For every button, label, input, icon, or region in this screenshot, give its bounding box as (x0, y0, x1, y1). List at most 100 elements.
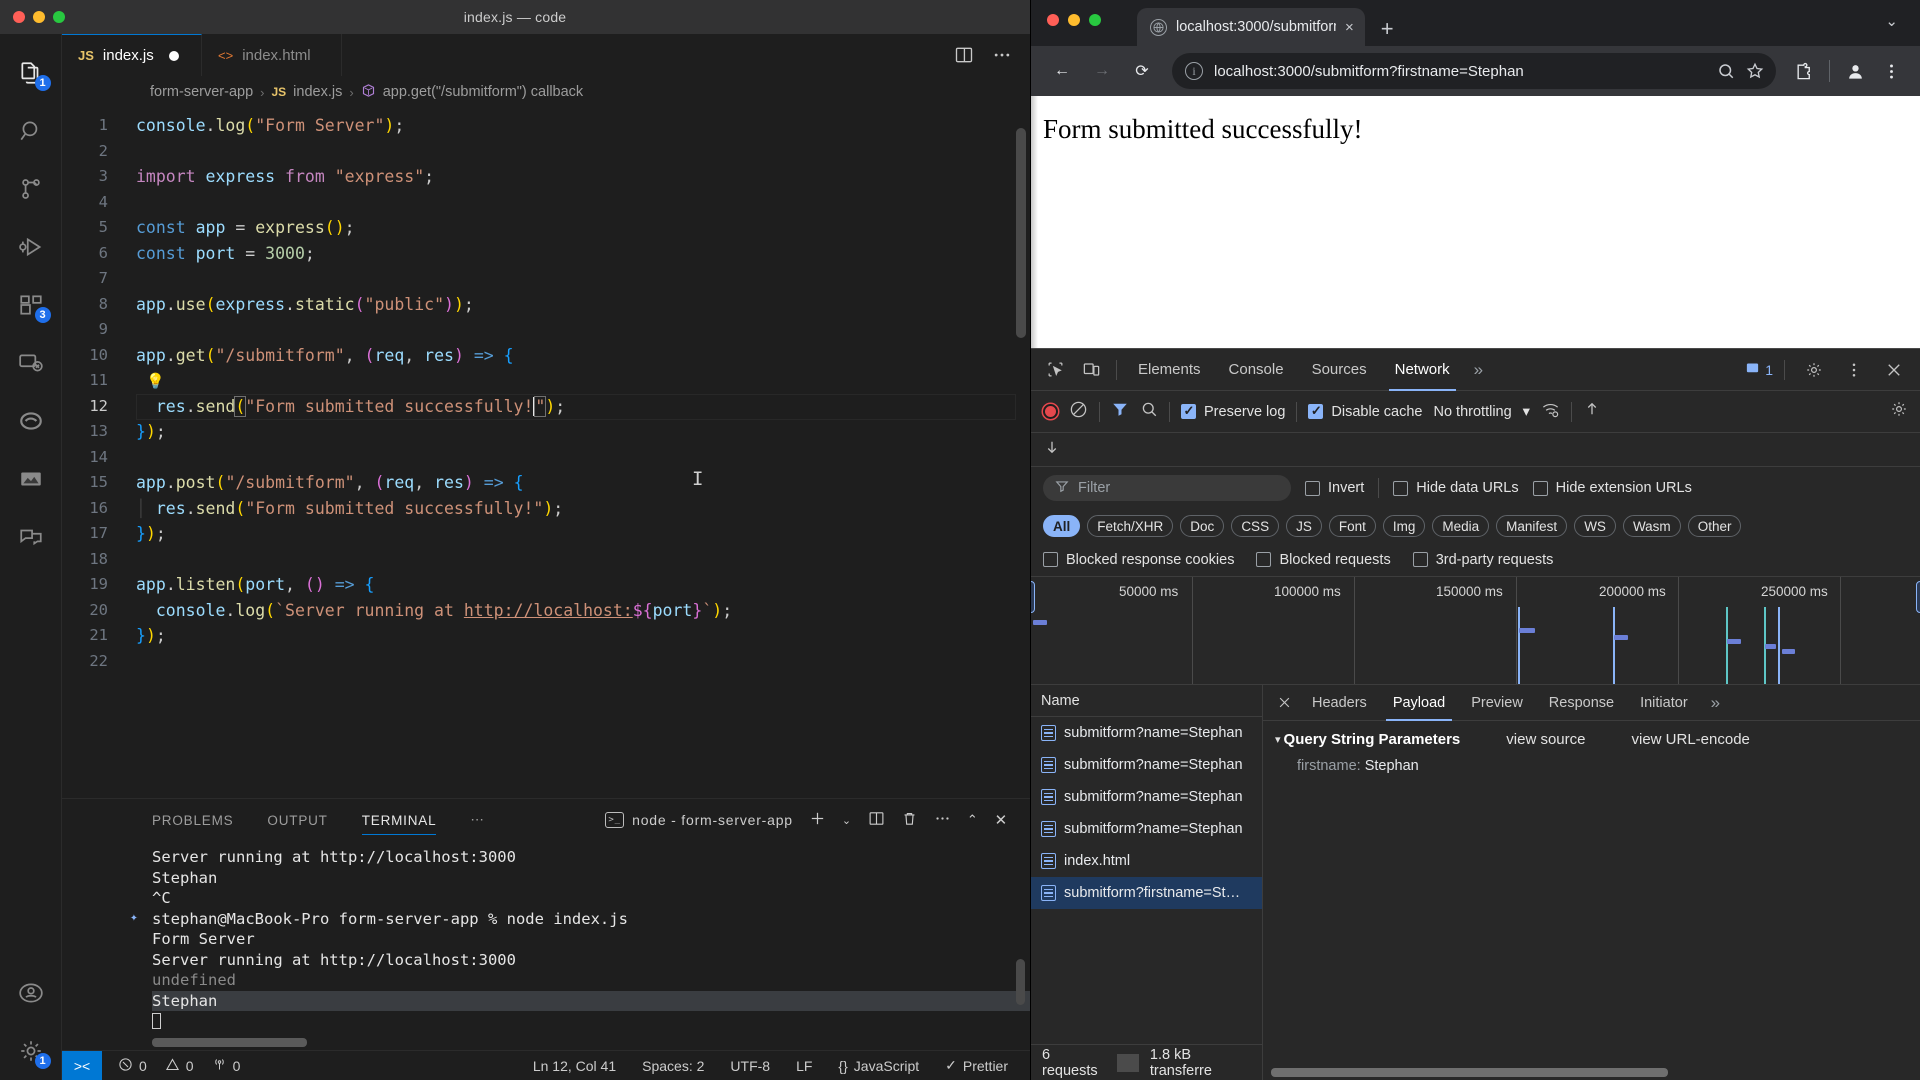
chip-img[interactable]: Img (1382, 515, 1426, 537)
request-row[interactable]: submitform?name=Stephan (1031, 813, 1262, 845)
activity-extensions-icon[interactable]: 3 (0, 276, 62, 334)
chip-js[interactable]: JS (1286, 515, 1322, 537)
address-bar[interactable]: i localhost:3000/submitform?firstname=St… (1172, 53, 1776, 89)
throttling-chevron-down-icon[interactable]: ▾ (1523, 404, 1530, 420)
device-toolbar-icon[interactable] (1073, 349, 1109, 391)
payload-horizontal-scrollbar[interactable] (1271, 1068, 1912, 1077)
profile-avatar-icon[interactable] (1840, 56, 1870, 86)
filter-funnel-icon[interactable] (1111, 400, 1129, 423)
terminal-profile-chevron-down-icon[interactable]: ⌄ (842, 814, 852, 827)
status-language-mode[interactable]: {} JavaScript (838, 1058, 919, 1074)
editor-tab-index-js[interactable]: JS index.js (62, 34, 202, 76)
hide-extension-urls-checkbox[interactable]: Hide extension URLs (1532, 480, 1692, 496)
status-ports[interactable]: 0 (212, 1057, 240, 1075)
status-eol[interactable]: LF (796, 1058, 812, 1074)
kill-terminal-icon[interactable] (901, 810, 918, 830)
page-viewport[interactable]: Form submitted successfully! (1031, 96, 1920, 348)
terminal-instance-name[interactable]: >_ node - form-server-app (605, 812, 793, 828)
editor-tab-index-html[interactable]: <> index.html (202, 34, 342, 76)
activity-settings-gear-icon[interactable]: 1 (0, 1022, 62, 1080)
tab-search-chevron-down-icon[interactable]: ⌄ (1885, 12, 1898, 30)
chip-fetch-xhr[interactable]: Fetch/XHR (1087, 515, 1174, 537)
breadcrumb-symbol[interactable]: app.get("/submitform") callback (383, 84, 583, 100)
status-formatter[interactable]: ✓ Prettier (945, 1057, 1008, 1074)
request-list-header[interactable]: Name (1031, 685, 1262, 717)
reload-button[interactable]: ⟳ (1125, 54, 1159, 88)
detail-tab-preview[interactable]: Preview (1458, 685, 1536, 721)
clear-network-log-icon[interactable] (1069, 400, 1088, 424)
terminal-horizontal-scrollbar[interactable] (152, 1038, 307, 1047)
status-indentation[interactable]: Spaces: 2 (642, 1058, 704, 1074)
split-terminal-icon[interactable] (868, 810, 885, 830)
devtools-tab-network[interactable]: Network (1381, 349, 1464, 391)
blocked-response-cookies-checkbox[interactable]: Blocked response cookies (1043, 552, 1234, 568)
close-panel-icon[interactable]: ✕ (995, 811, 1008, 829)
activity-source-control-icon[interactable] (0, 160, 62, 218)
chip-wasm[interactable]: Wasm (1622, 515, 1681, 537)
back-button[interactable]: ← (1045, 54, 1079, 88)
activity-explorer-icon[interactable]: 1 (0, 44, 62, 102)
blocked-requests-checkbox[interactable]: Blocked requests (1256, 552, 1391, 568)
activity-remote-explorer-icon[interactable] (0, 334, 62, 392)
search-icon[interactable] (1140, 400, 1158, 423)
chrome-menu-icon[interactable] (1876, 56, 1906, 86)
chip-css[interactable]: CSS (1231, 515, 1280, 537)
split-editor-icon[interactable] (954, 45, 974, 65)
view-url-encoded-link[interactable]: view URL-encode (1631, 731, 1749, 748)
unsaved-indicator-dot[interactable] (168, 50, 179, 61)
chip-manifest[interactable]: Manifest (1496, 515, 1568, 537)
hide-data-urls-checkbox[interactable]: Hide data URLs (1393, 480, 1519, 496)
panel-tab-problems[interactable]: PROBLEMS (152, 799, 233, 841)
chip-font[interactable]: Font (1328, 515, 1376, 537)
window-traffic-lights[interactable] (0, 11, 65, 23)
close-detail-icon[interactable] (1269, 685, 1299, 721)
detail-tab-payload[interactable]: Payload (1380, 685, 1458, 721)
panel-more-actions-icon[interactable] (934, 810, 951, 830)
chrome-close-button[interactable] (1047, 14, 1059, 26)
expand-triangle-icon[interactable]: ▾ (1275, 733, 1281, 746)
network-settings-gear-icon[interactable] (1890, 400, 1908, 423)
devtools-more-tabs-icon[interactable]: » (1464, 360, 1493, 380)
devtools-menu-icon[interactable] (1836, 349, 1872, 391)
export-har-icon[interactable] (1583, 400, 1601, 423)
devtools-tab-console[interactable]: Console (1215, 349, 1298, 391)
status-warnings[interactable]: 0 (165, 1057, 194, 1075)
bookmark-star-icon[interactable] (1746, 62, 1764, 80)
editor-vertical-scrollbar[interactable] (1016, 128, 1026, 338)
chip-media[interactable]: Media (1432, 515, 1490, 537)
remote-window-icon[interactable]: >< (62, 1050, 102, 1080)
preserve-log-checkbox[interactable]: Preserve log (1181, 403, 1285, 420)
terminal-output[interactable]: Server running at http://localhost:3000 … (62, 841, 1030, 1050)
query-string-parameters-header[interactable]: ▾ Query String Parameters view source vi… (1263, 721, 1920, 748)
status-errors[interactable]: 0 (118, 1057, 147, 1075)
inspect-element-icon[interactable] (1037, 349, 1073, 391)
devtools-tab-elements[interactable]: Elements (1124, 349, 1215, 391)
request-row[interactable]: submitform?name=Stephan (1031, 717, 1262, 749)
activity-copilot-icon[interactable] (0, 392, 62, 450)
devtools-close-icon[interactable] (1876, 349, 1912, 391)
devtools-tab-sources[interactable]: Sources (1298, 349, 1381, 391)
activity-run-debug-icon[interactable] (0, 218, 62, 276)
activity-search-icon[interactable] (0, 102, 62, 160)
detail-tab-response[interactable]: Response (1536, 685, 1627, 721)
chip-doc[interactable]: Doc (1180, 515, 1225, 537)
detail-tab-headers[interactable]: Headers (1299, 685, 1380, 721)
editor-more-actions-icon[interactable] (992, 45, 1012, 65)
maximize-window-button[interactable] (53, 11, 65, 23)
third-party-requests-checkbox[interactable]: 3rd-party requests (1412, 552, 1553, 568)
chip-other[interactable]: Other (1687, 515, 1742, 537)
devtools-message-count[interactable]: 1 (1745, 361, 1773, 379)
info-circle-icon[interactable]: i (1185, 62, 1203, 80)
code-editor[interactable]: 1 console.log("Form Server"); 2 3 import e… (62, 108, 1030, 798)
breadcrumb-project[interactable]: form-server-app (150, 84, 253, 100)
panel-tab-overflow[interactable]: ⋯ (470, 799, 484, 841)
timeline-right-handle[interactable] (1916, 581, 1920, 613)
network-conditions-wifi-icon[interactable] (1541, 400, 1560, 424)
chrome-traffic-lights[interactable] (1047, 14, 1101, 26)
zoom-search-icon[interactable] (1717, 62, 1735, 80)
status-encoding[interactable]: UTF-8 (730, 1058, 770, 1074)
detail-more-tabs-icon[interactable]: » (1701, 693, 1730, 713)
disable-cache-checkbox[interactable]: Disable cache (1308, 403, 1422, 420)
forward-button[interactable]: → (1085, 54, 1119, 88)
extensions-puzzle-icon[interactable] (1789, 56, 1819, 86)
